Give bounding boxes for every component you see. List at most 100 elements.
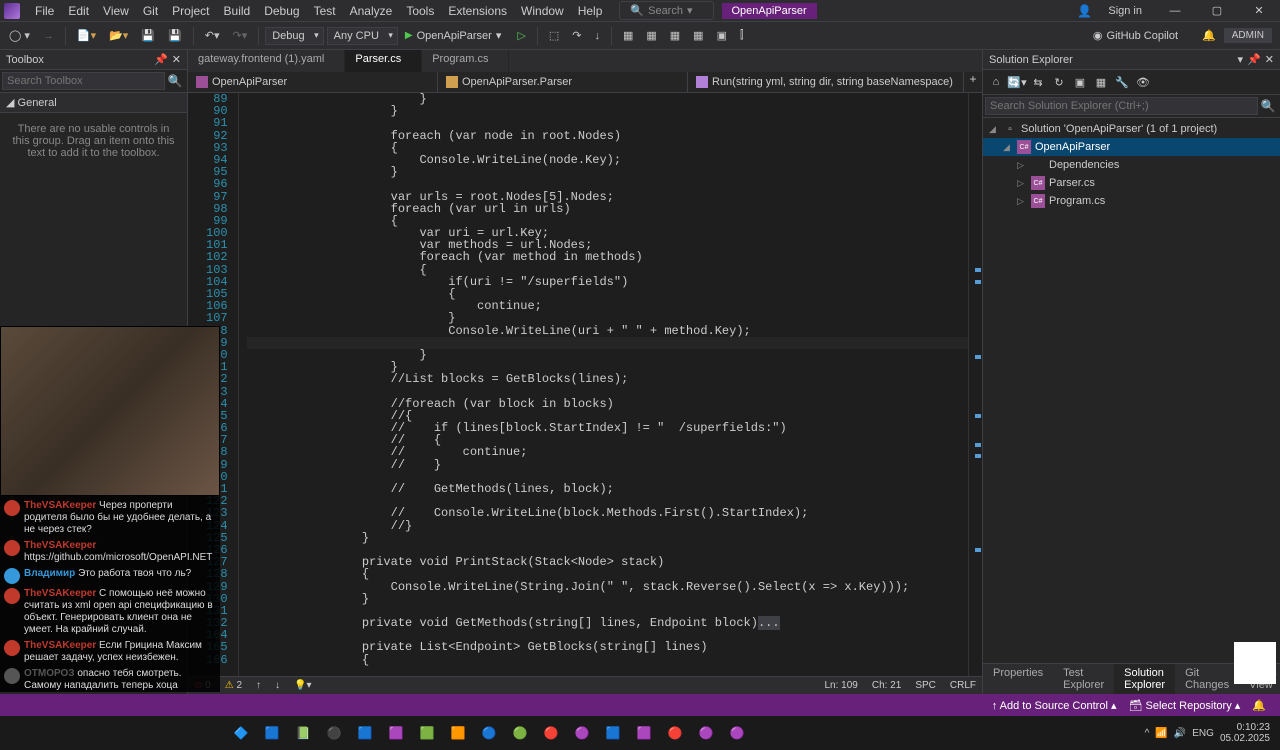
menu-edit[interactable]: Edit <box>61 2 96 20</box>
menu-analyze[interactable]: Analyze <box>343 2 400 20</box>
menu-debug[interactable]: Debug <box>257 2 306 20</box>
menu-project[interactable]: Project <box>165 2 216 20</box>
github-copilot-button[interactable]: ◉ GitHub Copilot <box>1085 27 1186 44</box>
start-debug-button[interactable]: ▶ OpenApiParser ▾ <box>401 26 509 45</box>
search-icon[interactable]: 🔍 <box>1258 99 1278 113</box>
close-button[interactable]: ✕ <box>1242 4 1276 17</box>
nav-back-button[interactable]: ◯ ▾ <box>4 26 35 45</box>
add-tab-button[interactable]: + <box>964 72 982 92</box>
tree-item[interactable]: ▷C#Program.cs <box>983 192 1280 210</box>
notifications-icon[interactable]: 🔔 <box>1246 699 1272 712</box>
save-all-button[interactable]: 💾 <box>163 26 187 45</box>
code-content[interactable]: } } foreach (var node in root.Nodes) { C… <box>239 93 968 676</box>
preview-icon[interactable]: 👁 <box>1134 73 1152 91</box>
open-button[interactable]: 📂▾ <box>104 26 133 45</box>
indent-mode[interactable]: SPC <box>915 680 936 691</box>
doc-tab[interactable]: Program.cs <box>422 50 509 72</box>
taskbar-app-icon[interactable]: 📗 <box>289 719 317 747</box>
config-dropdown[interactable]: Debug <box>265 27 323 45</box>
search-menu[interactable]: 🔍 Search ▾ <box>619 1 713 20</box>
step-over-icon[interactable]: ↷ <box>567 26 586 45</box>
menu-build[interactable]: Build <box>217 2 258 20</box>
collapse-icon[interactable]: ▣ <box>1071 73 1089 91</box>
code-editor[interactable]: 8990919293949596979899100101102103104105… <box>188 93 982 676</box>
redo-button[interactable]: ↷▾ <box>227 26 252 45</box>
maximize-button[interactable]: ▢ <box>1200 4 1234 17</box>
step-into-icon[interactable]: ↓ <box>589 27 605 45</box>
doc-tab[interactable]: gateway.frontend (1).yaml <box>188 50 345 72</box>
select-repository[interactable]: 🗃 Select Repository ▴ <box>1122 699 1246 712</box>
tb-icon-1[interactable]: ▦ <box>618 26 638 45</box>
taskbar-app-icon[interactable]: 🟢 <box>506 719 534 747</box>
taskbar-app-icon[interactable]: 🟪 <box>630 719 658 747</box>
line-ending[interactable]: CRLF <box>950 680 976 691</box>
bottom-tab[interactable]: Solution Explorer <box>1114 664 1175 694</box>
refresh-icon[interactable]: ↻ <box>1050 73 1068 91</box>
nav-project-combo[interactable]: OpenApiParser <box>188 72 438 92</box>
taskbar-app-icon[interactable]: 🟦 <box>351 719 379 747</box>
toolbox-search-input[interactable] <box>2 72 165 90</box>
taskbar-app-icon[interactable]: 🟦 <box>258 719 286 747</box>
add-source-control[interactable]: ↑ Add to Source Control ▴ <box>986 699 1123 712</box>
tb-icon-3[interactable]: ▦ <box>665 26 685 45</box>
taskbar-app-icon[interactable]: 🔴 <box>661 719 689 747</box>
start-without-debug-button[interactable]: ▷ <box>512 26 530 45</box>
nav-forward-button[interactable]: → <box>38 27 59 45</box>
close-panel-icon[interactable]: ✕ <box>172 53 181 66</box>
show-all-icon[interactable]: ▦ <box>1092 73 1110 91</box>
taskbar-app-icon[interactable]: 🟣 <box>568 719 596 747</box>
taskbar-app-icon[interactable]: ⚫ <box>320 719 348 747</box>
pin-icon[interactable]: 📌 <box>154 53 168 66</box>
taskbar-app-icon[interactable]: 🔴 <box>537 719 565 747</box>
minimize-button[interactable]: — <box>1158 5 1192 17</box>
menu-window[interactable]: Window <box>514 2 571 20</box>
save-button[interactable]: 💾 <box>136 26 160 45</box>
menu-extensions[interactable]: Extensions <box>441 2 514 20</box>
tb-icon-2[interactable]: ▦ <box>641 26 661 45</box>
taskbar-app-icon[interactable]: 🟧 <box>444 719 472 747</box>
tb-icon-6[interactable]: ⫿ <box>735 26 749 45</box>
view-switch-icon[interactable]: 🔄▾ <box>1008 73 1026 91</box>
step-icon[interactable]: ⬚ <box>544 26 564 45</box>
new-item-button[interactable]: 📄▾ <box>72 26 101 45</box>
bottom-tab[interactable]: Git Changes <box>1175 664 1239 694</box>
search-icon[interactable]: 🔍 <box>165 74 185 88</box>
tb-icon-5[interactable]: ▣ <box>712 26 732 45</box>
lightbulb-icon[interactable]: 💡▾ <box>294 680 311 691</box>
tree-item[interactable]: ▷Dependencies <box>983 156 1280 174</box>
sign-in-link[interactable]: Sign in <box>1100 3 1150 19</box>
menu-git[interactable]: Git <box>136 2 165 20</box>
taskbar-app-icon[interactable]: 🟪 <box>382 719 410 747</box>
taskbar-app-icon[interactable]: 🟩 <box>413 719 441 747</box>
properties-icon[interactable]: 🔧 <box>1113 73 1131 91</box>
home-icon[interactable]: ⌂ <box>987 73 1005 91</box>
menu-view[interactable]: View <box>96 2 136 20</box>
menu-test[interactable]: Test <box>307 2 343 20</box>
toolbox-group-general[interactable]: ◢ General <box>0 93 187 113</box>
sync-icon[interactable]: ⇆ <box>1029 73 1047 91</box>
menu-file[interactable]: File <box>28 2 61 20</box>
solution-search-input[interactable] <box>985 97 1258 115</box>
taskbar-app-icon[interactable]: 🟣 <box>723 719 751 747</box>
taskbar-app-icon[interactable]: 🟣 <box>692 719 720 747</box>
overview-ruler[interactable] <box>968 93 982 676</box>
warning-count[interactable]: ⚠ 2 <box>225 680 242 691</box>
taskbar-app-icon[interactable]: 🟦 <box>599 719 627 747</box>
menu-help[interactable]: Help <box>571 2 610 20</box>
nav-member-combo[interactable]: Run(string yml, string dir, string baseN… <box>688 72 964 92</box>
nav-type-combo[interactable]: OpenApiParser.Parser <box>438 72 688 92</box>
bottom-tab[interactable]: Test Explorer <box>1053 664 1114 694</box>
bottom-tab[interactable]: Properties <box>983 664 1053 694</box>
menu-tools[interactable]: Tools <box>399 2 441 20</box>
tree-solution-root[interactable]: ◢ ▫ Solution 'OpenApiParser' (1 of 1 pro… <box>983 120 1280 138</box>
nav-next-icon[interactable]: ↓ <box>275 680 280 691</box>
nav-prev-icon[interactable]: ↑ <box>256 680 261 691</box>
pin-icon[interactable]: 📌 <box>1247 53 1261 66</box>
tb-icon-4[interactable]: ▦ <box>688 26 708 45</box>
taskbar-app-icon[interactable]: 🔷 <box>227 719 255 747</box>
tree-item[interactable]: ▷C#Parser.cs <box>983 174 1280 192</box>
tree-item[interactable]: ◢C#OpenApiParser <box>983 138 1280 156</box>
tray-icon[interactable]: ^ <box>1145 728 1150 739</box>
platform-dropdown[interactable]: Any CPU <box>327 27 398 45</box>
tray-lang[interactable]: ENG <box>1192 728 1214 739</box>
